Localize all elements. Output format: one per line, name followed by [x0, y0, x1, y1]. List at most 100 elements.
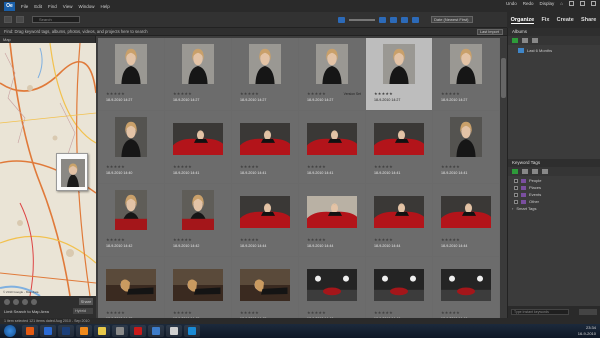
keyword-checkbox[interactable] — [514, 192, 518, 197]
keyword-item-other[interactable]: Other — [508, 199, 600, 204]
taskbar-app-icon[interactable] — [94, 325, 110, 337]
menu-edit[interactable]: Edit — [34, 4, 42, 9]
photo-thumbnail-cell[interactable]: ★★★★★ 18-9-2010 14:27 — [98, 38, 164, 110]
photo-thumbnail-cell[interactable]: ★★★★★ 18-9-2010 14:41 — [299, 111, 365, 183]
photo-thumbnail-cell[interactable]: ★★★★★18-9-2010 14:45 — [98, 257, 164, 318]
keyword-checkbox[interactable] — [514, 185, 518, 190]
tag-options-icon[interactable] — [542, 169, 548, 174]
rating-stars[interactable]: ★★★★★ — [441, 310, 460, 315]
tab-create[interactable]: Create — [557, 17, 574, 23]
rating-stars[interactable]: ★★★★★ — [307, 164, 326, 169]
rating-stars[interactable]: ★★★★★ — [173, 91, 192, 96]
keyword-item-events[interactable]: Events — [508, 192, 600, 197]
add-album-icon[interactable] — [512, 38, 518, 43]
compare-icon[interactable] — [401, 16, 408, 23]
taskbar-app-icon[interactable] — [58, 325, 74, 337]
photo-thumbnail-cell[interactable]: ★★★★★ 18-9-2010 14:44 — [299, 184, 365, 256]
photo-thumbnail-cell[interactable]: ★★★★★ 18-9-2010 14:41 — [366, 111, 432, 183]
photo-thumbnail-cell[interactable]: ★★★★★ 18-9-2010 14:44 — [366, 184, 432, 256]
menu-window[interactable]: Window — [78, 4, 94, 9]
photo-thumbnail-cell[interactable]: ★★★★★18-9-2010 14:45 — [232, 257, 298, 318]
edit-tag-icon[interactable] — [522, 169, 528, 174]
photo-thumbnail-cell[interactable]: ★★★★★ 18-9-2010 14:27 — [232, 38, 298, 110]
photo-thumbnail-cell[interactable]: ★★★★★ 18-9-2010 14:27 — [366, 38, 432, 110]
menu-find[interactable]: Find — [48, 4, 57, 9]
maximize-icon[interactable] — [580, 1, 585, 6]
keyword-checkbox[interactable] — [514, 178, 518, 183]
rating-stars[interactable]: ★★★★★ — [307, 310, 326, 315]
scrollbar-thumb[interactable] — [501, 58, 506, 98]
close-icon[interactable] — [591, 1, 596, 6]
undo-button[interactable]: Undo — [506, 1, 517, 6]
limit-search-checkbox[interactable]: Limit Search to Map Area — [4, 309, 49, 314]
search-input[interactable]: Search — [32, 16, 80, 23]
menu-help[interactable]: Help — [101, 4, 110, 9]
expand-icon[interactable]: › — [512, 206, 513, 211]
photo-thumbnail-cell[interactable]: ★★★★★ 18-9-2010 14:42 — [98, 184, 164, 256]
photo-thumbnail-cell[interactable]: ★★★★★ 18-9-2010 14:27 — [165, 38, 231, 110]
grid-scrollbar[interactable] — [500, 38, 507, 318]
taskbar-app-icon[interactable] — [76, 325, 92, 337]
keyword-item-people[interactable]: People — [508, 178, 600, 183]
photo-thumbnail-cell[interactable]: ★★★★★ 18-9-2010 14:41 — [433, 111, 499, 183]
taskbar-app-icon[interactable] — [40, 325, 56, 337]
taskbar-app-icon[interactable] — [166, 325, 182, 337]
tab-share[interactable]: Share — [581, 17, 596, 23]
photo-thumbnail-cell[interactable]: ★★★★★ 18-9-2010 14:42 — [165, 184, 231, 256]
albums-header[interactable]: Albums — [508, 28, 600, 36]
rating-stars[interactable]: ★★★★★ — [240, 164, 259, 169]
photo-thumbnail-cell[interactable]: ★★★★★ 18-9-2010 14:27 Version Set — [299, 38, 365, 110]
rating-stars[interactable]: ★★★★★ — [106, 237, 125, 242]
tab-organize[interactable]: Organize — [510, 17, 535, 24]
rating-stars[interactable]: ★★★★★ — [106, 310, 125, 315]
album-options-icon[interactable] — [532, 38, 538, 43]
rating-stars[interactable]: ★★★★★ — [374, 237, 393, 242]
rating-stars[interactable]: ★★★★★ — [240, 237, 259, 242]
smart-tags-item[interactable]: › Smart Tags — [508, 206, 600, 211]
display-menu[interactable]: Display — [540, 1, 555, 6]
photo-thumbnail-cell[interactable]: ★★★★★ 18-9-2010 14:41 — [232, 111, 298, 183]
photo-thumbnail-cell[interactable]: ★★★★★ 18-9-2010 14:40 — [98, 111, 164, 183]
rating-stars[interactable]: ★★★★★ — [173, 164, 192, 169]
rating-stars[interactable]: ★★★★★ — [106, 164, 125, 169]
photo-thumbnail-cell[interactable]: ★★★★★ 18-9-2010 14:27 — [433, 38, 499, 110]
taskbar-app-icon[interactable] — [130, 325, 146, 337]
map-pan-icon[interactable] — [22, 299, 28, 305]
photo-thumbnail-cell[interactable]: ★★★★★18-9-2010 14:46 — [299, 257, 365, 318]
map-view[interactable]: © 2010 Google - Map data — [0, 43, 96, 296]
rating-stars[interactable]: ★★★★★ — [374, 91, 393, 96]
redo-button[interactable]: Redo — [523, 1, 534, 6]
rating-stars[interactable]: ★★★★★ — [374, 164, 393, 169]
keyword-item-places[interactable]: Places — [508, 185, 600, 190]
media-type-icon[interactable] — [390, 16, 397, 23]
taskbar-app-icon[interactable] — [184, 325, 200, 337]
menu-view[interactable]: View — [63, 4, 73, 9]
tag-import-icon[interactable] — [532, 169, 538, 174]
thumbnail-size-slider[interactable] — [349, 18, 375, 21]
taskbar-app-icon[interactable] — [22, 325, 38, 337]
rating-stars[interactable]: ★★★★★ — [441, 164, 460, 169]
keyword-tags-header[interactable]: Keyword Tags — [508, 159, 600, 167]
map-zoom-in-icon[interactable] — [4, 299, 10, 305]
map-photo-popup[interactable] — [56, 153, 88, 191]
view-details-icon[interactable] — [379, 16, 386, 23]
photo-thumbnail-cell[interactable]: ★★★★★ 18-9-2010 14:44 — [232, 184, 298, 256]
photo-thumbnail-cell[interactable]: ★★★★★18-9-2010 14:45 — [165, 257, 231, 318]
photo-thumbnail-cell[interactable]: ★★★★★ 18-9-2010 14:44 — [433, 184, 499, 256]
edit-album-icon[interactable] — [522, 38, 528, 43]
rating-stars[interactable]: ★★★★★ — [173, 310, 192, 315]
photo-thumbnail-cell[interactable]: ★★★★★ 18-9-2010 14:41 — [165, 111, 231, 183]
taskbar-app-icon[interactable] — [112, 325, 128, 337]
rating-stars[interactable]: ★★★★★ — [374, 310, 393, 315]
rating-stars[interactable]: ★★★★★ — [106, 91, 125, 96]
forward-button[interactable] — [16, 16, 24, 23]
rating-stars[interactable]: ★★★★★ — [307, 91, 326, 96]
map-share-button[interactable]: Share — [79, 298, 93, 305]
instant-keyword-input[interactable]: Type Instant keywords — [511, 309, 569, 315]
home-icon[interactable]: ⌂ — [560, 1, 563, 6]
back-button[interactable] — [4, 16, 12, 23]
start-button[interactable] — [4, 325, 16, 337]
rating-stars[interactable]: ★★★★★ — [240, 310, 259, 315]
system-clock[interactable]: 23:34 16-9-2010 — [578, 325, 596, 337]
photo-thumbnail-cell[interactable]: ★★★★★18-9-2010 14:46 — [366, 257, 432, 318]
